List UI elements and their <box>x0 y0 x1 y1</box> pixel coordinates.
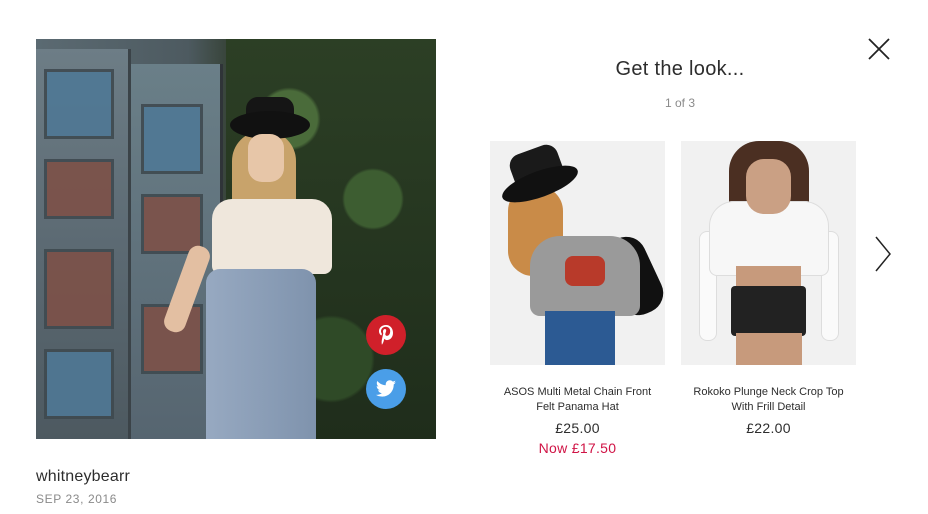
door-panel <box>44 159 114 219</box>
product-image[interactable] <box>681 141 856 365</box>
panel-title: Get the look... <box>615 58 745 80</box>
product-card[interactable]: Rokoko Plunge Neck Crop Top With Frill D… <box>681 141 856 436</box>
product-sale-price: Now £17.50 <box>538 440 617 456</box>
twitter-share-button[interactable] <box>366 369 406 409</box>
product-card[interactable]: ASOS Multi Metal Chain Front Felt Panama… <box>490 141 665 456</box>
author-name[interactable]: whitneybearr <box>36 468 130 486</box>
product-name[interactable]: Rokoko Plunge Neck Crop Top With Frill D… <box>681 385 856 415</box>
product-model-shorts <box>731 286 806 336</box>
close-button[interactable] <box>866 36 892 62</box>
product-model-legs <box>736 333 802 365</box>
photo-person-face <box>248 134 284 182</box>
post-date: SEP 23, 2016 <box>36 492 118 506</box>
twitter-icon <box>375 380 396 397</box>
product-shirt-print <box>565 256 605 286</box>
pinterest-icon <box>379 325 393 345</box>
product-price: £22.00 <box>746 420 791 436</box>
product-model-shorts <box>545 311 615 365</box>
chevron-right-icon <box>875 236 891 272</box>
pager-indicator: 1 of 3 <box>664 96 696 110</box>
product-model-face <box>746 159 791 214</box>
door-panel <box>141 194 203 254</box>
pinterest-share-button[interactable] <box>366 315 406 355</box>
product-name[interactable]: ASOS Multi Metal Chain Front Felt Panama… <box>490 385 665 415</box>
photo-person-jeans <box>206 269 316 439</box>
door-panel <box>44 349 114 419</box>
photo-door-left <box>36 49 131 439</box>
photo-person-top <box>212 199 332 274</box>
door-panel <box>44 249 114 329</box>
close-icon <box>868 38 890 60</box>
door-panel <box>141 104 203 174</box>
door-panel <box>44 69 114 139</box>
product-image[interactable] <box>490 141 665 365</box>
next-button[interactable] <box>872 234 894 274</box>
product-price: £25.00 <box>555 420 600 436</box>
